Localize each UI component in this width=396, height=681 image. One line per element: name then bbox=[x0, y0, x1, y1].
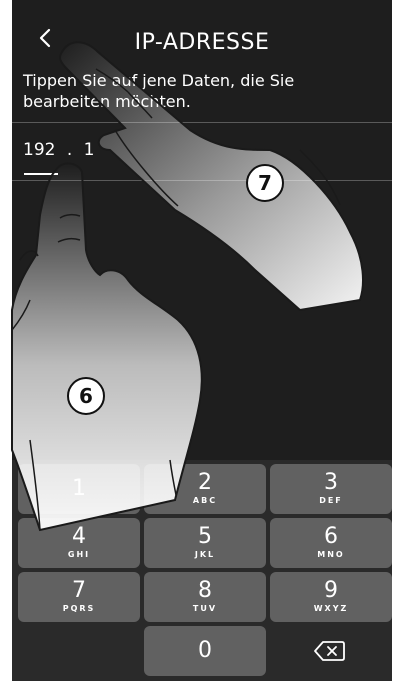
key-letters: TUV bbox=[192, 604, 218, 613]
key-3[interactable]: 3 DEF bbox=[270, 464, 392, 514]
key-letters: GHI bbox=[67, 550, 91, 559]
key-letters: ABC bbox=[192, 496, 218, 505]
divider bbox=[12, 180, 392, 181]
key-digit: 9 bbox=[324, 578, 338, 603]
callout-7: 7 bbox=[246, 164, 284, 202]
device-screen: IP-ADRESSE Tippen Sie auf jene Daten, di… bbox=[12, 0, 392, 681]
key-digit: 4 bbox=[72, 524, 86, 549]
page-title: IP-ADRESSE bbox=[134, 30, 270, 55]
key-digit: 0 bbox=[198, 638, 212, 663]
key-4[interactable]: 4 GHI bbox=[18, 518, 140, 568]
backspace-icon bbox=[314, 641, 345, 661]
key-letters: MNO bbox=[317, 550, 345, 559]
key-digit: 7 bbox=[72, 578, 86, 603]
instruction-text: Tippen Sie auf jene Daten, die Sie bearb… bbox=[23, 71, 295, 111]
ip-address-field[interactable]: 192 . 1 bbox=[23, 140, 363, 168]
key-letters: WXYZ bbox=[313, 604, 349, 613]
callout-6: 6 bbox=[67, 377, 105, 415]
key-digit: 5 bbox=[198, 524, 212, 549]
key-0[interactable]: 0 bbox=[144, 626, 266, 676]
active-field-underline bbox=[24, 173, 58, 175]
key-9[interactable]: 9 WXYZ bbox=[270, 572, 392, 622]
ip-dot: . bbox=[66, 140, 73, 160]
key-digit: 1 bbox=[72, 476, 86, 501]
ip-octet-2[interactable]: 1 bbox=[84, 140, 95, 160]
key-digit: 6 bbox=[324, 524, 338, 549]
numeric-keypad: 1 2 ABC 3 DEF 4 GHI 5 JKL 6 MNO 7 PQRS 8… bbox=[12, 460, 392, 681]
header: IP-ADRESSE bbox=[12, 22, 392, 62]
key-1[interactable]: 1 bbox=[18, 464, 140, 514]
divider bbox=[12, 122, 392, 123]
key-letters: PQRS bbox=[62, 604, 96, 613]
key-6[interactable]: 6 MNO bbox=[270, 518, 392, 568]
key-digit: 2 bbox=[198, 470, 212, 495]
key-8[interactable]: 8 TUV bbox=[144, 572, 266, 622]
key-5[interactable]: 5 JKL bbox=[144, 518, 266, 568]
ip-octet-1[interactable]: 192 bbox=[23, 140, 55, 160]
delete-button[interactable] bbox=[312, 638, 348, 664]
key-digit: 3 bbox=[324, 470, 338, 495]
key-letters: DEF bbox=[319, 496, 343, 505]
key-digit: 8 bbox=[198, 578, 212, 603]
key-letters: JKL bbox=[194, 550, 216, 559]
key-7[interactable]: 7 PQRS bbox=[18, 572, 140, 622]
key-2[interactable]: 2 ABC bbox=[144, 464, 266, 514]
